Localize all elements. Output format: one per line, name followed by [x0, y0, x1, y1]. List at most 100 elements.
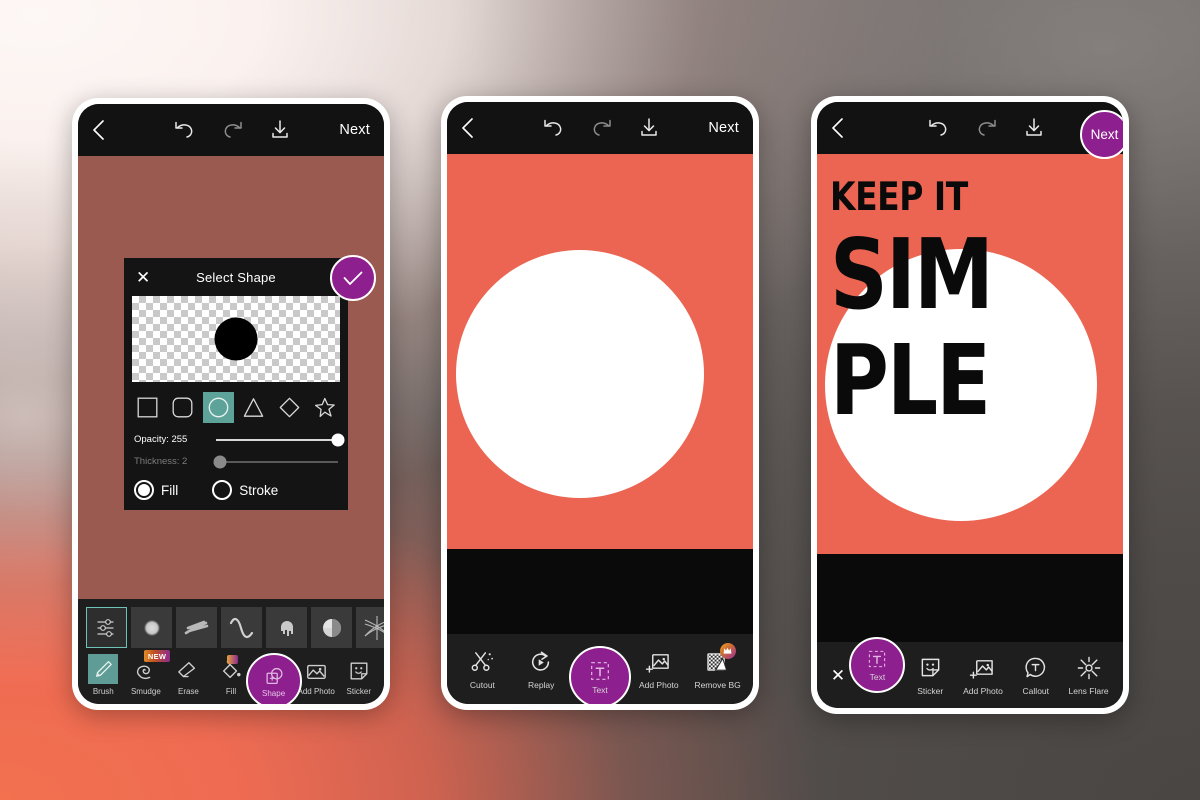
- shape-preview-canvas[interactable]: [132, 296, 340, 382]
- new-badge: NEW: [143, 650, 171, 662]
- shape-option-square[interactable]: [132, 392, 163, 423]
- tool-add-photo[interactable]: Add Photo: [957, 654, 1010, 696]
- undo-icon[interactable]: [927, 119, 949, 137]
- canvas-black-band: [447, 549, 753, 634]
- phone-1-topbar-actions: [122, 120, 339, 140]
- brush-preset-soft-round[interactable]: [131, 607, 172, 648]
- close-text-tool-button[interactable]: ✕: [825, 667, 851, 684]
- confirm-shape-button[interactable]: [330, 255, 376, 301]
- cutout-icon: [471, 652, 493, 671]
- tool-brush[interactable]: Brush: [82, 654, 125, 696]
- shape-options-row: [132, 392, 340, 423]
- brush-preset-settings[interactable]: [86, 607, 127, 648]
- tool-text[interactable]: Text x: [849, 637, 906, 696]
- tool-sticker[interactable]: Sticker: [904, 654, 957, 696]
- text-icon: [591, 662, 609, 680]
- add-photo-icon: [646, 654, 670, 673]
- crown-badge-icon: [719, 643, 736, 659]
- next-button[interactable]: Next: [708, 120, 739, 136]
- tool-sticker[interactable]: Sticker: [337, 657, 380, 696]
- shape-fab-button[interactable]: Shape: [245, 653, 302, 704]
- download-icon[interactable]: [640, 118, 658, 138]
- poster-line-1: KEEP IT: [830, 175, 968, 220]
- download-icon[interactable]: [1025, 118, 1043, 138]
- phone-3-canvas[interactable]: KEEP IT SIM PLE: [817, 154, 1123, 642]
- tool-cutout[interactable]: Cutout: [453, 648, 512, 690]
- radio-fill[interactable]: Fill: [134, 480, 178, 500]
- brush-preset-halftone[interactable]: [311, 607, 352, 648]
- callout-icon: [1025, 657, 1046, 678]
- tool-sticker-label: Sticker: [917, 686, 944, 696]
- back-button[interactable]: [461, 118, 491, 138]
- next-button[interactable]: Next: [339, 122, 370, 138]
- tool-erase[interactable]: Erase: [167, 657, 210, 696]
- tool-text[interactable]: Text x: [568, 646, 631, 704]
- radio-stroke-circle: [212, 480, 233, 500]
- triangle-icon: [243, 398, 264, 417]
- brush-preset-scribble[interactable]: [176, 607, 217, 648]
- phone-1-tool-strip: Brush NEW Smudge Erase Fill Shape Add Ph…: [78, 650, 384, 704]
- brush-preset-wave[interactable]: [221, 607, 262, 648]
- tool-smudge[interactable]: NEW Smudge: [125, 650, 171, 696]
- canvas-black-band: [817, 554, 1123, 642]
- undo-icon[interactable]: [542, 119, 564, 137]
- drip-brush-icon: [280, 620, 293, 636]
- text-icon: [869, 650, 886, 668]
- tool-lens-flare[interactable]: Lens Flare: [1062, 654, 1115, 696]
- tool-text-label: Text: [869, 672, 886, 682]
- shape-icon: [266, 667, 283, 684]
- phone-mockup-1: Next ✕ Select Shape Opacity: 255 Thickne…: [72, 98, 390, 710]
- rounded-square-icon: [172, 397, 193, 418]
- add-photo-tile: [646, 648, 671, 675]
- phone-2-topbar: Next: [447, 102, 753, 154]
- cross-hatch-brush-icon: [364, 615, 384, 640]
- phone-3-topbar: Next: [817, 102, 1123, 159]
- close-icon[interactable]: ✕: [136, 269, 156, 286]
- phone-mockup-2: Next Cutout Replay Text Add Photo Remove…: [441, 96, 759, 710]
- soft-round-brush-icon: [143, 619, 160, 636]
- shape-option-triangle[interactable]: [238, 392, 269, 423]
- thickness-slider[interactable]: [213, 455, 338, 468]
- phone-1-canvas[interactable]: ✕ Select Shape Opacity: 255 Thickness: 2…: [78, 156, 384, 599]
- redo-icon[interactable]: [222, 121, 244, 139]
- redo-icon[interactable]: [591, 119, 613, 137]
- text-fab-button[interactable]: Text: [849, 637, 906, 693]
- download-icon[interactable]: [271, 120, 289, 140]
- shape-option-star[interactable]: [309, 392, 340, 423]
- sticker-tile: [919, 654, 942, 681]
- thickness-slider-knob[interactable]: [213, 455, 227, 468]
- tool-sticker-label: Sticker: [346, 687, 371, 696]
- opacity-slider[interactable]: [216, 433, 345, 446]
- brush-tile: [88, 654, 119, 684]
- shape-option-diamond[interactable]: [274, 392, 305, 423]
- tool-shape[interactable]: Shape x: [245, 653, 302, 704]
- brush-preset-drip[interactable]: [266, 607, 307, 648]
- redo-icon[interactable]: [976, 119, 998, 137]
- brush-preset-crosshatch[interactable]: [356, 607, 384, 648]
- back-button[interactable]: [831, 118, 861, 138]
- shape-option-rounded-square[interactable]: [167, 392, 198, 423]
- next-button-highlighted[interactable]: Next: [1080, 110, 1123, 159]
- poster-line-3: PLE: [830, 324, 991, 438]
- shape-option-circle[interactable]: [202, 392, 234, 423]
- brush-icon: [96, 661, 113, 677]
- back-button[interactable]: [92, 120, 122, 140]
- select-shape-panel: ✕ Select Shape Opacity: 255 Thickness: 2…: [124, 255, 376, 510]
- erase-tile: [176, 657, 200, 684]
- brush-settings-icon: [96, 618, 114, 637]
- tool-replay[interactable]: Replay: [512, 648, 571, 690]
- undo-icon[interactable]: [173, 121, 195, 139]
- tool-callout[interactable]: Callout: [1009, 654, 1062, 696]
- poster-text-block[interactable]: KEEP IT SIM PLE: [830, 175, 1006, 438]
- tool-remove-bg[interactable]: Remove BG: [688, 643, 747, 690]
- sticker-icon: [350, 662, 368, 679]
- text-fab-button[interactable]: Text: [568, 646, 631, 704]
- opacity-slider-knob[interactable]: [331, 433, 345, 446]
- tool-add-photo[interactable]: Add Photo: [629, 648, 688, 690]
- chevron-left-icon: [832, 118, 843, 138]
- half-tone-brush-icon: [322, 618, 341, 637]
- phone-2-canvas[interactable]: [447, 154, 753, 634]
- radio-stroke[interactable]: Stroke: [212, 480, 278, 500]
- canvas-white-circle[interactable]: [456, 250, 704, 498]
- poster-line-2: SIM: [830, 217, 994, 331]
